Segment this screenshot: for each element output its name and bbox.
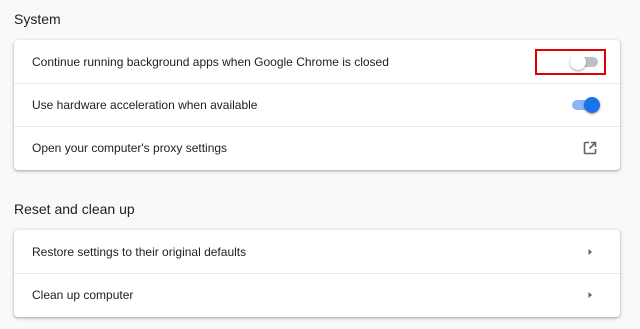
background-apps-label: Continue running background apps when Go… (32, 54, 389, 69)
restore-defaults-label: Restore settings to their original defau… (32, 244, 247, 259)
open-in-new-icon[interactable] (580, 138, 600, 158)
section-title-reset: Reset and clean up (14, 201, 135, 217)
arrow-right-icon[interactable] (580, 285, 600, 305)
toggle-knob (584, 97, 600, 113)
setting-row-restore-defaults[interactable]: Restore settings to their original defau… (14, 230, 620, 273)
setting-row-proxy-settings[interactable]: Open your computer's proxy settings (14, 126, 620, 169)
highlight-annotation-box (535, 49, 606, 75)
hardware-acceleration-label: Use hardware acceleration when available (32, 98, 258, 112)
clean-up-label: Clean up computer (32, 288, 134, 302)
hardware-acceleration-toggle[interactable] (570, 97, 600, 113)
reset-settings-card: Restore settings to their original defau… (14, 230, 620, 317)
setting-row-clean-up[interactable]: Clean up computer (14, 273, 620, 316)
section-title-system: System (14, 11, 61, 27)
system-settings-card: Continue running background apps when Go… (14, 40, 620, 170)
setting-row-hardware-acceleration[interactable]: Use hardware acceleration when available (14, 83, 620, 126)
arrow-right-icon[interactable] (580, 242, 600, 262)
proxy-settings-label: Open your computer's proxy settings (32, 141, 228, 155)
setting-row-background-apps[interactable]: Continue running background apps when Go… (14, 40, 620, 83)
